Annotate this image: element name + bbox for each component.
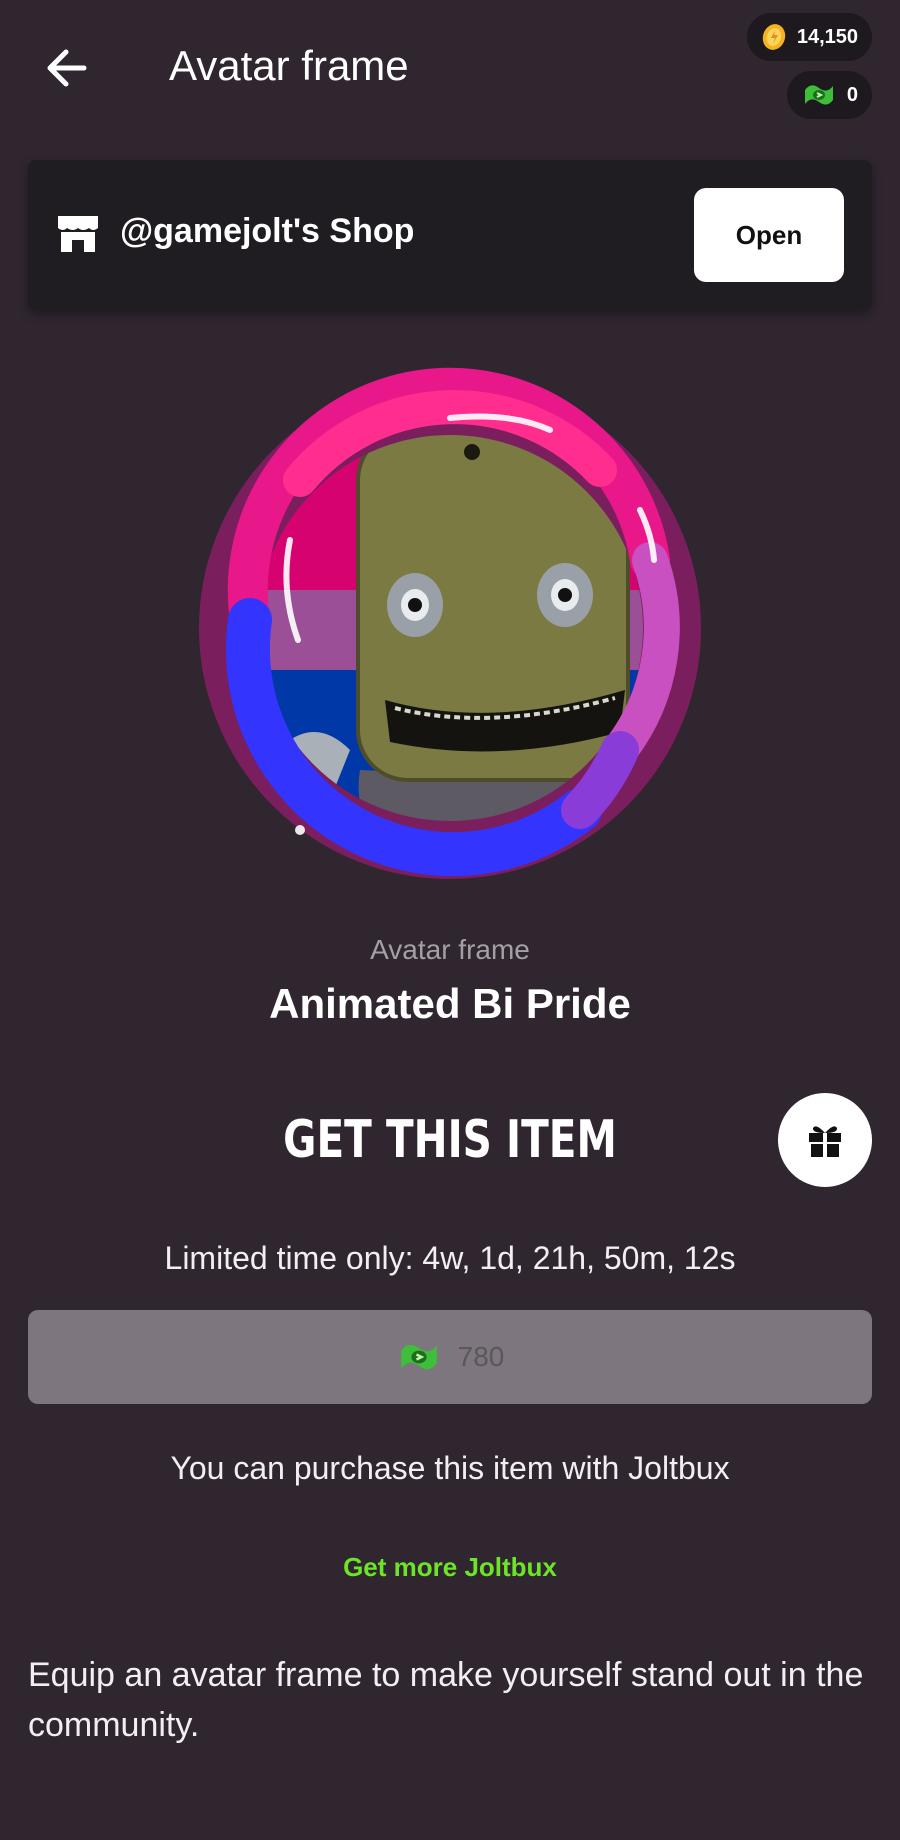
purchase-note: You can purchase this item with Joltbux (170, 1450, 730, 1486)
back-button[interactable] (38, 40, 94, 96)
avatar-frame-image (199, 367, 701, 879)
item-name: Animated Bi Pride (269, 980, 631, 1027)
coins-amount: 14,150 (796, 25, 858, 48)
shop-card: @gamejolt's Shop Open (28, 160, 872, 310)
gift-icon (809, 1126, 841, 1157)
open-shop-button[interactable]: Open (694, 188, 844, 282)
coins-balance[interactable]: 14,150 (746, 13, 872, 61)
coin-icon (762, 24, 786, 50)
item-description: Equip an avatar frame to make yourself s… (28, 1656, 864, 1744)
joltbux-icon (804, 85, 833, 105)
gift-button[interactable] (778, 1093, 872, 1187)
page-title: Avatar frame (169, 42, 409, 89)
limited-time-countdown: Limited time only: 4w, 1d, 21h, 50m, 12s (164, 1240, 736, 1276)
joltbux-balance[interactable]: 0 (786, 71, 872, 119)
buy-with-joltbux-button[interactable]: 780 (28, 1310, 872, 1404)
get-more-joltbux-link[interactable]: Get more Joltbux (0, 1552, 900, 1583)
item-type-label: Avatar frame (370, 934, 530, 965)
item-price: 780 (457, 1341, 505, 1372)
avatar-frame-preview (180, 360, 720, 900)
get-item-heading: GET THIS ITEM (283, 1110, 617, 1170)
top-bar: Avatar frame 14,150 0 (0, 0, 900, 140)
joltbux-amount: 0 (846, 83, 858, 106)
arrow-left-icon (47, 49, 87, 87)
joltbux-icon (400, 1344, 437, 1370)
shop-name: @gamejolt's Shop (120, 212, 415, 250)
store-icon (58, 216, 98, 252)
